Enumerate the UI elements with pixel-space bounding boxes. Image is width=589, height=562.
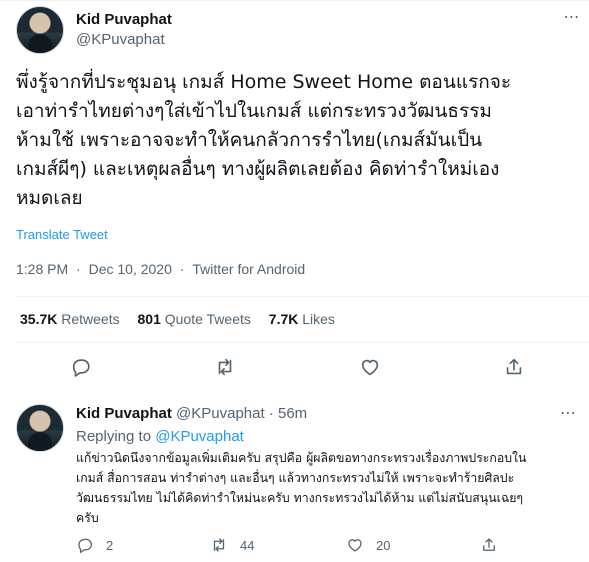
heart-icon bbox=[348, 539, 362, 552]
divider bbox=[0, 0, 589, 1]
reply-retweet-button[interactable]: 44 bbox=[210, 534, 254, 556]
retweets-label: Retweets bbox=[61, 311, 120, 327]
reply-share-button[interactable] bbox=[480, 534, 498, 556]
more-options-icon[interactable]: ⋯ bbox=[560, 8, 584, 28]
main-tweet: Kid Puvaphat @KPuvaphat ⋯ พึ่งรู้จากที่ป… bbox=[0, 0, 589, 377]
reply-icon bbox=[78, 538, 93, 553]
tweet-date[interactable]: Dec 10, 2020 bbox=[89, 260, 172, 278]
quotes-count: 801 bbox=[137, 311, 161, 327]
reply-tweet[interactable]: Kid Puvaphat @KPuvaphat · 56m ⋯ Replying… bbox=[0, 394, 589, 562]
tweet-text-line: พึ่งรู้จากที่ประชุมอนุ เกมส์ Home Sweet … bbox=[16, 71, 512, 93]
tweet-text-line: หมดเลย bbox=[16, 187, 83, 209]
meta-separator: · bbox=[268, 405, 274, 422]
divider bbox=[16, 296, 589, 297]
retweet-count: 44 bbox=[240, 537, 255, 553]
tweet-time[interactable]: 1:28 PM bbox=[16, 260, 68, 278]
reply-text: แก้ข่าวนิดนึงจากข้อมูลเพิ่มเติมครับ สรุป… bbox=[76, 448, 581, 528]
author-display-name[interactable]: Kid Puvaphat bbox=[76, 10, 172, 30]
reply-actions: 2 44 20 bbox=[76, 534, 546, 556]
reply-author-handle[interactable]: @KPuvaphat bbox=[176, 405, 265, 422]
author-handle[interactable]: @KPuvaphat bbox=[76, 30, 172, 50]
tweet-text-line: เอาท่ารำไทยต่างๆใส่เข้าไปในเกมส์ แต่กระท… bbox=[16, 100, 492, 122]
like-count: 20 bbox=[376, 537, 391, 553]
like-button[interactable] bbox=[359, 356, 383, 378]
likes-label: Likes bbox=[302, 311, 335, 327]
retweet-icon bbox=[218, 358, 232, 376]
reply-text-line: วัฒนธรรมไทย ไม่ได้คิดท่ารำใหม่นะครับ ทาง… bbox=[76, 491, 524, 505]
meta-separator: · bbox=[76, 261, 81, 277]
quotes-label: Quote Tweets bbox=[164, 311, 251, 327]
reply-count: 2 bbox=[106, 537, 114, 553]
reply-text-line: เกมส์ สื่อการสอน ท่ารำต่างๆ และอื่นๆ แล้… bbox=[76, 471, 515, 485]
translate-tweet-link[interactable]: Translate Tweet bbox=[16, 227, 108, 243]
retweets-count: 35.7K bbox=[20, 311, 58, 327]
replying-mention[interactable]: @KPuvaphat bbox=[155, 428, 244, 445]
reply-reply-button[interactable]: 2 bbox=[76, 534, 113, 556]
share-button[interactable] bbox=[503, 356, 527, 378]
avatar[interactable] bbox=[16, 404, 64, 452]
avatar[interactable] bbox=[16, 6, 64, 54]
reply-time[interactable]: 56m bbox=[278, 405, 307, 422]
tweet-text-line: ห้ามใช้ เพราะอาจจะทำให้คนกลัวการรำไทย(เก… bbox=[16, 129, 483, 151]
reply-text-line: ครับ bbox=[76, 511, 99, 525]
more-options-icon[interactable]: ⋯ bbox=[560, 404, 577, 424]
tweet-meta: 1:28 PM · Dec 10, 2020 · Twitter for And… bbox=[16, 260, 305, 278]
likes-stat[interactable]: 7.7K Likes bbox=[269, 310, 335, 328]
tweet-text-line: เกมส์ผีๆ) และเหตุผลอื่นๆ ทางผู้ผลิตเลยต้… bbox=[16, 158, 500, 180]
share-icon bbox=[506, 358, 522, 375]
heart-icon bbox=[361, 359, 379, 376]
author-block: Kid Puvaphat @KPuvaphat bbox=[76, 10, 172, 50]
tweet-source[interactable]: Twitter for Android bbox=[192, 260, 305, 278]
reply-like-button[interactable]: 20 bbox=[346, 534, 390, 556]
tweet-text: พึ่งรู้จากที่ประชุมอนุ เกมส์ Home Sweet … bbox=[16, 68, 581, 213]
share-icon bbox=[483, 538, 495, 551]
reply-author-display-name[interactable]: Kid Puvaphat bbox=[76, 405, 172, 422]
replying-to: Replying to @KPuvaphat bbox=[76, 427, 244, 447]
reply-button[interactable] bbox=[70, 356, 94, 378]
retweets-stat[interactable]: 35.7K Retweets bbox=[20, 310, 120, 328]
meta-separator: · bbox=[179, 261, 185, 277]
replying-prefix: Replying to bbox=[76, 428, 152, 445]
reply-text-line: แก้ข่าวนิดนึงจากข้อมูลเพิ่มเติมครับ สรุป… bbox=[76, 451, 527, 465]
engagement-stats: 35.7K Retweets 801 Quote Tweets 7.7K Lik… bbox=[20, 310, 349, 328]
retweet-icon bbox=[213, 538, 225, 552]
reply-icon bbox=[72, 359, 90, 377]
tweet-actions bbox=[0, 342, 589, 392]
reply-header: Kid Puvaphat @KPuvaphat · 56m bbox=[76, 404, 307, 424]
retweet-button[interactable] bbox=[214, 356, 238, 378]
likes-count: 7.7K bbox=[268, 311, 299, 327]
quote-tweets-stat[interactable]: 801 Quote Tweets bbox=[138, 310, 251, 328]
